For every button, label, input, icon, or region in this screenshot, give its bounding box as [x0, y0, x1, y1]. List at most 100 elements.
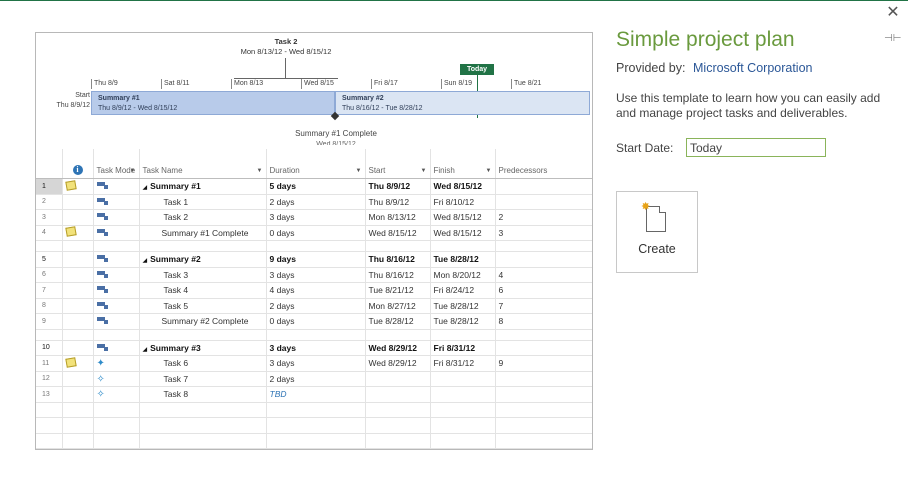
start-cell[interactable]: Tue 8/21/12 — [365, 282, 431, 299]
start-header[interactable]: Start ▼ — [365, 149, 431, 179]
mode-cell: ✧ — [93, 371, 140, 387]
predecessors-cell[interactable]: 8 — [495, 313, 592, 330]
table-row[interactable]: 13 ✧ Task 8 TBD — [36, 386, 592, 403]
predecessors-cell[interactable]: 9 — [495, 355, 592, 372]
predecessors-cell[interactable]: 4 — [495, 267, 592, 283]
start-cell[interactable]: Mon 8/13/12 — [365, 209, 431, 226]
predecessors-cell[interactable] — [495, 194, 592, 210]
predecessors-cell[interactable] — [495, 340, 592, 356]
start-date-field[interactable] — [686, 138, 826, 157]
finish-cell[interactable]: Tue 8/28/12 — [430, 251, 496, 268]
finish-cell[interactable] — [430, 386, 496, 403]
duration-cell[interactable]: 2 days — [266, 194, 366, 210]
pin-icon[interactable]: ⊣⊢ — [884, 33, 901, 44]
task-name-cell[interactable]: Task 2 — [139, 209, 267, 226]
start-cell[interactable]: Tue 8/28/12 — [365, 313, 431, 330]
table-row[interactable]: 12 ✧ Task 7 2 days — [36, 371, 592, 387]
duration-cell[interactable]: 3 days — [266, 209, 366, 226]
predecessors-cell[interactable] — [495, 386, 592, 403]
task-name-cell[interactable]: Task 4 — [139, 282, 267, 299]
auto-schedule-icon — [96, 270, 109, 278]
task-name-cell[interactable]: ◢ Summary #3 — [139, 340, 267, 356]
chevron-down-icon[interactable]: ▼ — [257, 168, 263, 174]
close-icon[interactable]: ✕ — [884, 4, 902, 22]
predecessors-cell[interactable]: 3 — [495, 225, 592, 241]
finish-cell[interactable]: Fri 8/31/12 — [430, 340, 496, 356]
table-row[interactable]: 2 Task 1 2 days Thu 8/9/12 Fri 8/10/12 — [36, 194, 592, 210]
table-row[interactable]: 6 Task 3 3 days Thu 8/16/12 Mon 8/20/12 … — [36, 267, 592, 283]
duration-cell[interactable]: 2 days — [266, 371, 366, 387]
task-name-cell[interactable]: Task 7 — [139, 371, 267, 387]
duration-cell[interactable]: 3 days — [266, 267, 366, 283]
chevron-down-icon[interactable]: ▼ — [486, 168, 492, 174]
header-label: Task Name — [142, 166, 183, 175]
table-row[interactable]: 7 Task 4 4 days Tue 8/21/12 Fri 8/24/12 … — [36, 282, 592, 299]
predecessors-cell[interactable] — [495, 371, 592, 387]
finish-cell[interactable]: Wed 8/15/12 — [430, 225, 496, 241]
start-cell[interactable] — [365, 386, 431, 403]
predecessors-cell[interactable]: 7 — [495, 298, 592, 314]
finish-cell[interactable]: Fri 8/24/12 — [430, 282, 496, 299]
duration-cell[interactable]: 0 days — [266, 225, 366, 241]
task-name-cell[interactable]: Summary #2 Complete — [139, 313, 267, 330]
table-row[interactable]: 4 Summary #1 Complete 0 days Wed 8/15/12… — [36, 225, 592, 241]
chevron-down-icon[interactable]: ▼ — [130, 168, 136, 174]
predecessors-cell[interactable]: 2 — [495, 209, 592, 226]
finish-cell[interactable]: Wed 8/15/12 — [430, 178, 496, 195]
predecessors-cell[interactable]: 6 — [495, 282, 592, 299]
table-row[interactable]: 3 Task 2 3 days Mon 8/13/12 Wed 8/15/12 … — [36, 209, 592, 226]
start-cell[interactable]: Wed 8/29/12 — [365, 340, 431, 356]
task-name-cell[interactable]: ◢ Summary #1 — [139, 178, 267, 195]
duration-cell[interactable]: 2 days — [266, 298, 366, 314]
duration-cell[interactable]: 3 days — [266, 340, 366, 356]
finish-cell[interactable]: Tue 8/28/12 — [430, 313, 496, 330]
finish-cell[interactable]: Fri 8/10/12 — [430, 194, 496, 210]
task-mode-header[interactable]: Task Mode ▼ — [93, 149, 140, 179]
finish-cell[interactable] — [430, 371, 496, 387]
start-cell[interactable]: Mon 8/27/12 — [365, 298, 431, 314]
predecessors-cell[interactable] — [495, 251, 592, 268]
task-name-cell[interactable]: Task 6 — [139, 355, 267, 372]
task-name-cell[interactable]: Task 1 — [139, 194, 267, 210]
duration-cell[interactable]: 0 days — [266, 313, 366, 330]
start-cell[interactable]: Thu 8/16/12 — [365, 267, 431, 283]
table-row[interactable]: 10 ◢ Summary #3 3 days Wed 8/29/12 Fri 8/… — [36, 340, 592, 356]
collapse-icon[interactable]: ◢ — [143, 258, 148, 264]
task-name-cell[interactable]: ◢ Summary #2 — [139, 251, 267, 268]
chevron-down-icon[interactable]: ▼ — [421, 168, 427, 174]
duration-cell[interactable]: 5 days — [266, 178, 366, 195]
start-cell[interactable]: Thu 8/9/12 — [365, 178, 431, 195]
start-cell[interactable]: Wed 8/29/12 — [365, 355, 431, 372]
table-row[interactable]: 5 ◢ Summary #2 9 days Thu 8/16/12 Tue 8/2… — [36, 251, 592, 268]
finish-cell[interactable]: Wed 8/15/12 — [430, 209, 496, 226]
table-row[interactable]: 11 ✦ Task 6 3 days Wed 8/29/12 Fri 8/31/… — [36, 355, 592, 372]
finish-cell[interactable]: Tue 8/28/12 — [430, 298, 496, 314]
task-name-cell[interactable]: Task 3 — [139, 267, 267, 283]
table-row[interactable]: 8 Task 5 2 days Mon 8/27/12 Tue 8/28/12 … — [36, 298, 592, 314]
duration-cell[interactable]: TBD — [266, 386, 366, 403]
chevron-down-icon[interactable]: ▼ — [356, 168, 362, 174]
start-cell[interactable]: Wed 8/15/12 — [365, 225, 431, 241]
start-cell[interactable]: Thu 8/16/12 — [365, 251, 431, 268]
table-row[interactable]: 1 ◢ Summary #1 5 days Thu 8/9/12 Wed 8/15… — [36, 178, 592, 195]
collapse-icon[interactable]: ◢ — [143, 347, 148, 353]
finish-cell[interactable]: Fri 8/31/12 — [430, 355, 496, 372]
create-button[interactable]: ✸ Create — [616, 191, 698, 273]
duration-cell[interactable]: 4 days — [266, 282, 366, 299]
task-name-cell[interactable]: Summary #1 Complete — [139, 225, 267, 241]
task-name-cell[interactable]: Task 8 — [139, 386, 267, 403]
duration-header[interactable]: Duration ▼ — [266, 149, 366, 179]
task-name-cell[interactable]: Task 5 — [139, 298, 267, 314]
finish-cell[interactable]: Mon 8/20/12 — [430, 267, 496, 283]
start-cell[interactable] — [365, 371, 431, 387]
collapse-icon[interactable]: ◢ — [143, 185, 148, 191]
predecessors-header[interactable]: Predecessors — [495, 149, 592, 179]
start-cell[interactable]: Thu 8/9/12 — [365, 194, 431, 210]
duration-cell[interactable]: 9 days — [266, 251, 366, 268]
timeline-callout-line — [285, 58, 286, 79]
task-name-header[interactable]: Task Name ▼ — [139, 149, 267, 179]
finish-header[interactable]: Finish ▼ — [430, 149, 496, 179]
duration-cell[interactable]: 3 days — [266, 355, 366, 372]
predecessors-cell[interactable] — [495, 178, 592, 195]
table-row[interactable]: 9 Summary #2 Complete 0 days Tue 8/28/12… — [36, 313, 592, 330]
